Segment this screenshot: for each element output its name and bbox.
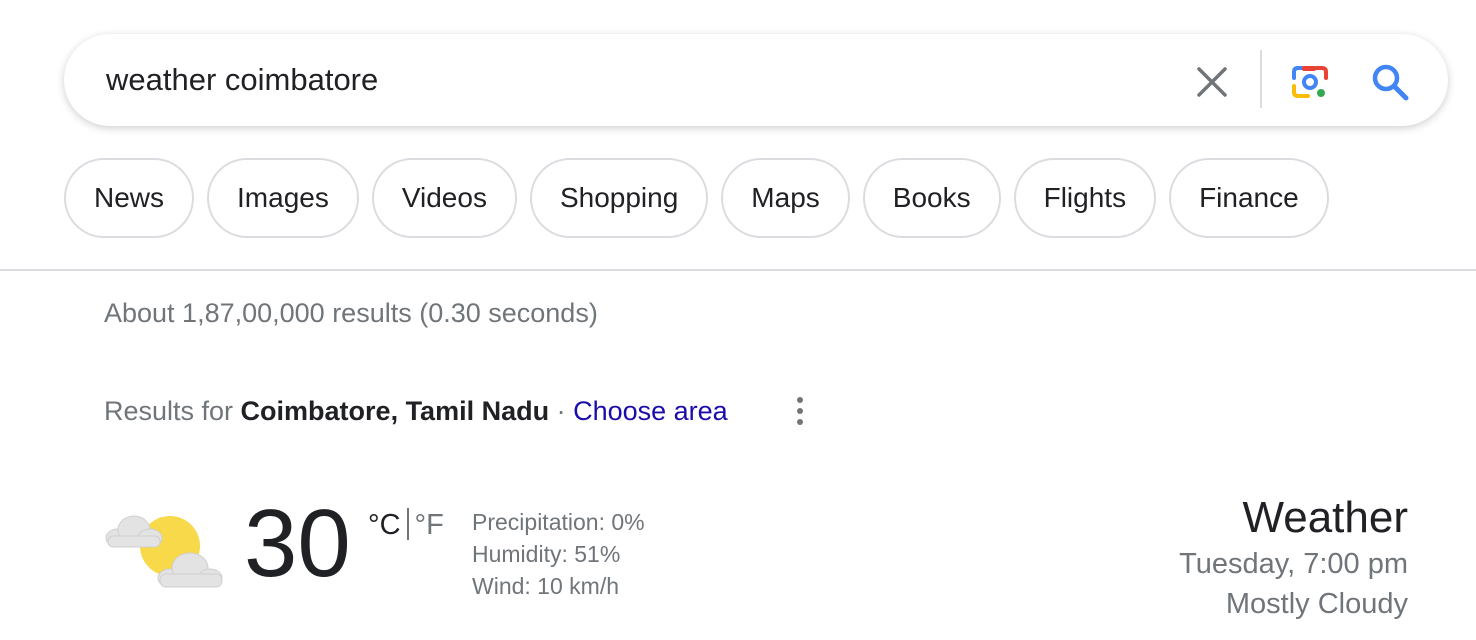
- choose-area-link[interactable]: Choose area: [573, 396, 728, 426]
- chip-maps[interactable]: Maps: [721, 158, 850, 238]
- chip-videos[interactable]: Videos: [371, 158, 517, 238]
- weather-details: Precipitation: 0% Humidity: 51% Wind: 10…: [472, 506, 645, 602]
- unit-separator: [406, 508, 409, 540]
- clear-search-button[interactable]: [1190, 60, 1234, 104]
- precipitation-text: Precipitation: 0%: [472, 509, 645, 535]
- chip-books[interactable]: Books: [862, 158, 1001, 238]
- temperature-value: 30: [244, 490, 351, 597]
- camera-lens-icon: [1292, 66, 1328, 98]
- search-box[interactable]: weather coimbatore: [64, 34, 1448, 126]
- fahrenheit-toggle[interactable]: °F: [415, 509, 444, 541]
- more-vert-icon: [797, 397, 803, 425]
- weather-title: Weather: [1242, 493, 1409, 542]
- search-box-divider: [1260, 50, 1262, 108]
- celsius-toggle[interactable]: °C: [368, 509, 401, 541]
- chip-images[interactable]: Images: [207, 158, 359, 238]
- location-separator: ·: [549, 396, 574, 426]
- search-filter-chips: News Images Videos Shopping Maps Books F…: [64, 158, 1329, 238]
- header-divider: [0, 269, 1476, 271]
- location-line: Results for Coimbatore, Tamil Nadu · Cho…: [104, 396, 728, 427]
- chip-news[interactable]: News: [64, 158, 195, 238]
- partly-cloudy-icon: [104, 508, 226, 592]
- chip-flights[interactable]: Flights: [1013, 158, 1157, 238]
- location-name: Coimbatore, Tamil Nadu: [240, 396, 550, 426]
- result-stats: About 1,87,00,000 results (0.30 seconds): [104, 298, 598, 328]
- search-icon: [1372, 64, 1409, 101]
- temperature-unit-toggle: °C °F: [368, 508, 444, 542]
- wind-text: Wind: 10 km/h: [472, 573, 619, 599]
- search-input[interactable]: weather coimbatore: [106, 62, 378, 98]
- weather-condition: Mostly Cloudy: [1225, 588, 1408, 620]
- chip-shopping[interactable]: Shopping: [529, 158, 709, 238]
- humidity-text: Humidity: 51%: [472, 541, 621, 567]
- location-prefix: Results for: [104, 396, 241, 426]
- close-icon: [1197, 67, 1227, 97]
- more-options-button[interactable]: [784, 394, 816, 430]
- google-lens-button[interactable]: [1286, 58, 1334, 106]
- chip-finance[interactable]: Finance: [1169, 158, 1329, 238]
- weather-summary: Weather Tuesday, 7:00 pm Mostly Cloudy: [1179, 492, 1408, 624]
- weather-datetime: Tuesday, 7:00 pm: [1179, 548, 1408, 580]
- search-button[interactable]: [1366, 58, 1414, 106]
